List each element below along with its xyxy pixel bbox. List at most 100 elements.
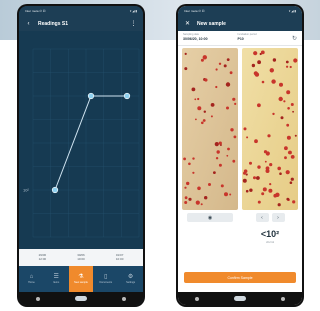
data-point xyxy=(51,186,59,194)
system-back-button[interactable] xyxy=(195,296,200,301)
colony-dot xyxy=(277,166,281,171)
colony-dot xyxy=(253,176,256,180)
colony-dot xyxy=(249,188,253,192)
colony-dot xyxy=(290,177,294,181)
colony-dot xyxy=(272,112,275,116)
colony-dot xyxy=(286,197,290,201)
colony-dot xyxy=(197,106,202,111)
x-label: 01/07 10:00 xyxy=(115,252,124,261)
colony-dot xyxy=(290,103,294,106)
colony-dot xyxy=(188,162,191,166)
sample-photo-right[interactable] xyxy=(242,48,298,210)
colony-dot xyxy=(215,68,218,71)
colony-dot xyxy=(234,102,237,105)
colony-dot xyxy=(184,201,188,204)
colony-dot xyxy=(184,196,188,200)
colony-dot xyxy=(243,169,248,173)
culture-plate-image xyxy=(182,48,238,210)
colony-dot xyxy=(290,155,295,159)
system-recents-button[interactable] xyxy=(121,296,126,301)
colony-dot xyxy=(197,97,200,101)
new-sample-screen: Inter meta ∅ ☒ ▾ ◢ ▮ ✕ New sample Sampli… xyxy=(178,6,302,305)
colony-dot xyxy=(184,67,188,71)
colony-dot xyxy=(200,203,203,206)
colony-dot xyxy=(256,176,260,180)
colony-dot xyxy=(186,181,190,186)
colony-dot xyxy=(289,65,292,69)
colony-dot xyxy=(265,166,270,171)
system-recents-button[interactable] xyxy=(280,296,285,301)
next-photo-button[interactable]: › xyxy=(271,213,285,222)
colony-dot xyxy=(279,172,282,175)
colony-dot xyxy=(285,170,290,175)
refresh-icon[interactable]: ↻ xyxy=(292,35,297,42)
colony-dot xyxy=(286,65,289,68)
colony-dot xyxy=(192,157,195,160)
more-vert-icon[interactable]: ⋮ xyxy=(130,20,137,27)
colony-dot xyxy=(257,200,261,204)
sample-icon: ⚗ xyxy=(78,273,84,280)
colony-dot xyxy=(218,62,222,65)
colony-dot xyxy=(251,63,256,68)
colony-dot xyxy=(195,200,200,205)
colony-dot xyxy=(202,55,207,60)
colony-dot xyxy=(280,116,284,120)
system-home-button[interactable] xyxy=(74,296,87,301)
colony-dot xyxy=(261,192,265,196)
colony-dot xyxy=(191,87,196,92)
colony-dot xyxy=(257,165,261,169)
colony-dot xyxy=(292,110,294,113)
phone-readings: Inter meta ∅ ☒ ▾ ◢ ▮ ‹ Readings S1 ⋮ 10²… xyxy=(17,4,145,307)
colony-dot xyxy=(294,134,297,137)
prev-photo-button[interactable]: ‹ xyxy=(255,213,269,222)
colony-dot xyxy=(272,58,277,62)
document-icon: ▯ xyxy=(104,273,108,280)
nav-item-documents[interactable]: ▯ Documents xyxy=(93,266,118,292)
system-home-button[interactable] xyxy=(233,296,246,301)
colony-dot xyxy=(215,157,219,160)
colony-dot xyxy=(245,189,249,193)
x-label: 30/06 10:00 xyxy=(77,252,85,261)
colony-dot xyxy=(204,196,208,200)
colony-dot xyxy=(269,163,273,167)
system-back-button[interactable] xyxy=(36,296,41,301)
colony-dot xyxy=(267,134,271,138)
nav-item-home[interactable]: ⌂ Home xyxy=(19,266,44,292)
confirm-sample-button[interactable]: Confirm Sample xyxy=(184,272,296,283)
colony-dot xyxy=(261,80,265,84)
chart-svg: 10² xyxy=(23,48,140,238)
close-icon[interactable]: ✕ xyxy=(184,20,191,27)
colony-dot xyxy=(216,150,220,154)
back-arrow-icon[interactable]: ‹ xyxy=(25,20,32,27)
colony-dot xyxy=(254,72,260,77)
result-readout: <10² cfu/ml xyxy=(242,229,298,244)
result-value: <10² xyxy=(260,229,280,239)
nav-item-items[interactable]: ☰ Items xyxy=(44,266,69,292)
colony-dot xyxy=(233,135,237,139)
status-right: ▾ ◢ ▮ xyxy=(288,9,296,13)
colony-dot xyxy=(192,171,195,174)
colony-dot xyxy=(213,171,216,174)
x-label: 29/06 12:00 xyxy=(38,252,47,261)
home-icon: ⌂ xyxy=(29,273,34,280)
colony-dot xyxy=(208,183,211,186)
culture-plate-image xyxy=(242,48,298,210)
colony-dot xyxy=(225,82,231,87)
colony-dot xyxy=(277,203,281,207)
nav-item-settings[interactable]: ⚙ Settings xyxy=(118,266,143,292)
colony-dot xyxy=(246,136,249,139)
colony-dot xyxy=(183,157,186,161)
camera-button[interactable]: ◉ xyxy=(187,213,233,222)
page-title: Readings S1 xyxy=(38,20,69,27)
status-left: Inter meta ∅ ☒ xyxy=(184,9,205,13)
sample-photo-left[interactable] xyxy=(182,48,238,210)
colony-dot xyxy=(214,142,219,147)
colony-dot xyxy=(268,188,273,193)
bottom-nav: ⌂ Home ☰ Items ⚗ New sample ▯ Documents … xyxy=(19,266,143,292)
nav-item-new-sample[interactable]: ⚗ New sample xyxy=(68,266,94,292)
colony-dot xyxy=(283,100,286,103)
data-point xyxy=(123,92,131,100)
colony-dot xyxy=(202,119,206,122)
colony-dot xyxy=(201,121,204,125)
colony-dot xyxy=(232,159,236,163)
